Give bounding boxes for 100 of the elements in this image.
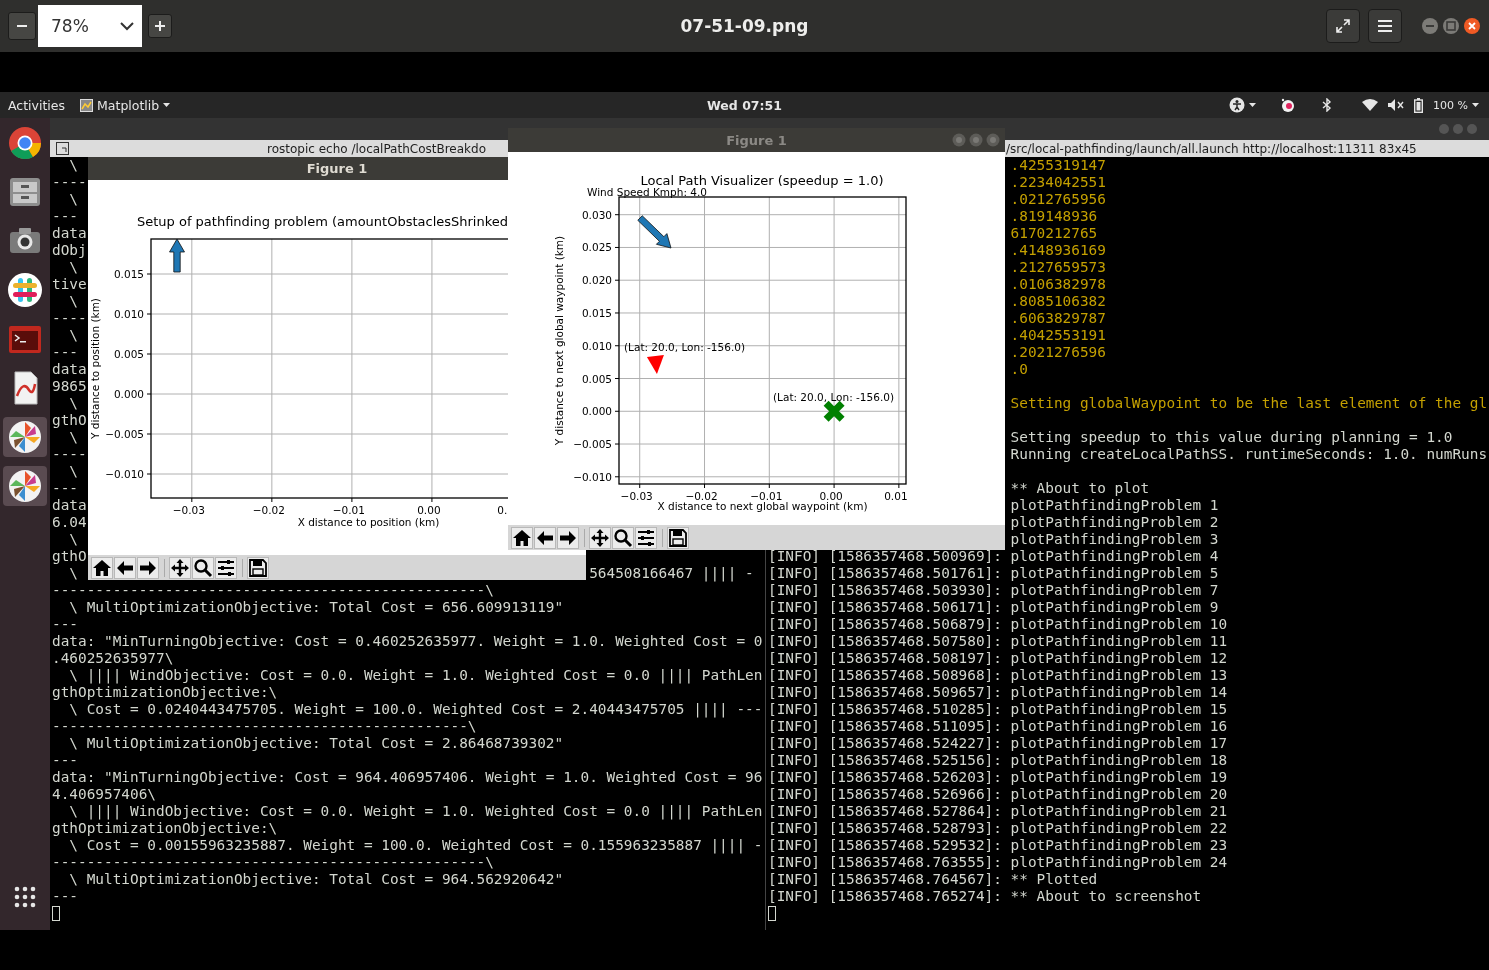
terminal-line: [INFO] [1586357468.500969]: plotPathfindingProblem 4 — [768, 548, 1219, 565]
terminal-line: \ |||| WindObjective: Cost = 0.0. Weight = 1.0. Weighted Cost = 0.0 |||| PathLen — [68, 803, 763, 820]
browser-icon — [7, 125, 43, 161]
terminal-line: \ — [68, 395, 78, 412]
terminal-line: .0106382978 — [1010, 276, 1106, 293]
terminal-line: --- — [52, 208, 78, 225]
tick-label: 0.005 — [581, 372, 612, 385]
move-icon — [590, 527, 610, 548]
configure-button[interactable] — [215, 556, 237, 579]
app-menu[interactable]: Matplotlib — [80, 97, 171, 113]
home-button[interactable] — [511, 526, 533, 549]
terminal-line: [INFO] [1586357468.529532]: plotPathfindingProblem 23 — [768, 837, 1228, 854]
menu-icon — [1378, 20, 1392, 32]
expand-icon — [1336, 19, 1350, 33]
home-button[interactable] — [91, 556, 113, 579]
terminal-line: data: "MinTurningObjective: Cost = 964.406957406. Weight = 1.0. Weighted Cost = 96 — [52, 769, 763, 786]
pan-button[interactable] — [169, 556, 191, 579]
terminal-line: data — [52, 225, 87, 242]
arrow-icon — [169, 238, 185, 273]
terminal-line: [INFO] [1586357468.501761]: plotPathfindingProblem 5 — [768, 565, 1219, 582]
dock-item[interactable] — [3, 417, 47, 457]
chart-title: Local Path Visualizer (speedup = 1.0) — [640, 173, 884, 188]
tray-app-icon[interactable] — [1280, 97, 1297, 113]
system-menu[interactable]: 100 % — [1433, 98, 1479, 112]
terminal-line: plotPathfindingProblem 1 — [1010, 497, 1219, 514]
terminal-line: [INFO] [1586357468.764567]: ** Plotted — [768, 871, 1098, 888]
terminal-title: /src/local-pathfinding/launch/all.launch http://localhost:11311 83x45 — [1006, 141, 1417, 156]
dock-item[interactable] — [3, 466, 47, 506]
terminal-line: --- — [52, 616, 78, 633]
terminal-line: ---- — [52, 446, 87, 463]
terminal-line: .4255319147 — [1010, 157, 1106, 174]
pinwheel-icon — [7, 468, 43, 504]
terminal-line: plotPathfindingProblem 2 — [1010, 514, 1219, 531]
forward-button[interactable] — [557, 526, 579, 549]
circle-icon — [952, 132, 966, 147]
zoom-dropdown[interactable]: 78% — [38, 5, 142, 47]
tick-label: −0.010 — [105, 468, 144, 480]
terminal-line: plotPathfindingProblem 3 — [1010, 531, 1219, 548]
move-icon — [170, 557, 190, 578]
minimize-button[interactable] — [952, 132, 967, 147]
terminal-line: [INFO] [1586357468.508968]: plotPathfindingProblem 13 — [768, 667, 1228, 684]
terminal-line: 6.04 — [52, 514, 87, 531]
terminal-line: ---- — [52, 310, 87, 327]
tick-label: 0.025 — [581, 241, 612, 254]
forward-button[interactable] — [137, 556, 159, 579]
window-title: 07-51-09.png — [680, 16, 809, 36]
terminal-line: \ — [68, 157, 78, 174]
annotation-label: Wind Speed Kmph: 4.0 — [587, 186, 707, 198]
tick-label: 0.010 — [581, 339, 612, 352]
terminal-title: rostopic echo /localPathCostBreakdo — [267, 141, 486, 156]
minimize-button[interactable] — [1421, 17, 1439, 35]
tick-label: 0. — [497, 504, 508, 516]
terminal-line: --- — [52, 888, 78, 905]
terminal-line: .0212765956 — [1010, 191, 1106, 208]
tick-label: −0.03 — [172, 504, 205, 516]
terminal-line: .460252635977\ — [52, 650, 174, 667]
tick-label: 0.015 — [113, 268, 144, 280]
tick-label: 0.000 — [113, 388, 144, 400]
battery-icon[interactable] — [1414, 97, 1424, 113]
tick-label: 0.01 — [884, 490, 908, 502]
circle-icon — [969, 132, 983, 147]
activities-button[interactable]: Activities — [8, 97, 66, 113]
terminal-line: [INFO] [1586357468.527864]: plotPathfindingProblem 21 — [768, 803, 1228, 820]
volume-icon[interactable] — [1388, 98, 1405, 112]
back-button[interactable] — [114, 556, 136, 579]
zoom-button[interactable] — [612, 526, 634, 549]
close-icon — [1463, 17, 1481, 35]
window-title: Figure 1 — [726, 132, 787, 148]
close-button[interactable] — [1463, 17, 1481, 35]
caret-icon — [163, 103, 171, 107]
accessibility-icon — [1229, 97, 1246, 113]
terminal-line: .2127659573 — [1010, 259, 1106, 276]
zoom-in-button[interactable] — [148, 14, 172, 38]
terminal-line: .8085106382 — [1010, 293, 1106, 310]
terminal-line: [INFO] [1586357468.507580]: plotPathfindingProblem 11 — [768, 633, 1228, 650]
save-button[interactable] — [247, 556, 269, 579]
terminal-line: ---- — [52, 174, 87, 191]
save-button[interactable] — [667, 526, 689, 549]
terminal-line: ------------------------------------------------\ — [52, 718, 477, 735]
terminal-line: \ Cost = 0.00155963235887. Weight = 100.0. Weighted Cost = 0.155963235887 |||| - — [68, 837, 763, 854]
fullscreen-button[interactable] — [1326, 9, 1360, 43]
pan-button[interactable] — [589, 526, 611, 549]
maximize-button[interactable] — [969, 132, 984, 147]
bluetooth-icon[interactable] — [1322, 98, 1333, 112]
terminal-line: [INFO] [1586357468.525156]: plotPathfindingProblem 18 — [768, 752, 1228, 769]
terminal-line: gthOptimizationObjective:\ — [52, 684, 278, 701]
menu-button[interactable] — [1368, 9, 1402, 43]
back-button[interactable] — [534, 526, 556, 549]
terminal-line: [INFO] [1586357468.508197]: plotPathfindingProblem 12 — [768, 650, 1228, 667]
configure-button[interactable] — [635, 526, 657, 549]
zoom-button[interactable] — [192, 556, 214, 579]
wifi-icon[interactable] — [1362, 99, 1379, 111]
terminal-line: data — [52, 361, 87, 378]
zoom-out-button[interactable] — [8, 12, 36, 40]
terminal-line: data: "MinTurningObjective: Cost = 0.460252635977. Weight = 1.0. Weighted Cost = 0 — [52, 633, 763, 650]
accessibility-menu[interactable] — [1229, 97, 1257, 113]
terminal-line: .4148936169 — [1010, 242, 1106, 259]
terminal-line: --------------------------------------------------\ — [52, 582, 494, 599]
caret-icon — [1472, 103, 1479, 107]
terminal-line: \ — [68, 429, 78, 446]
